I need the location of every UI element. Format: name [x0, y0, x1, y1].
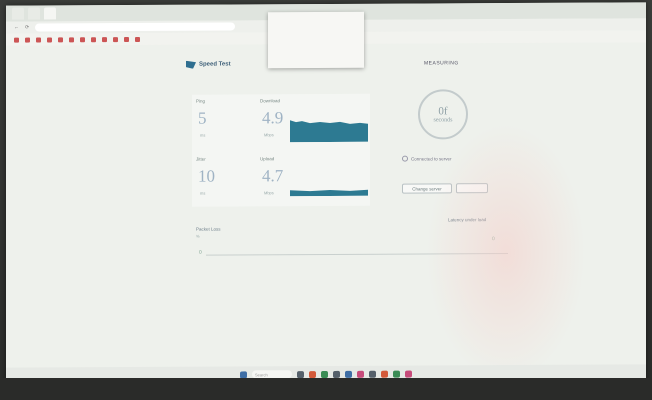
- server-radio-icon[interactable]: [402, 155, 408, 162]
- packet-loss-bar: [206, 253, 508, 256]
- secondary-button[interactable]: [456, 183, 488, 194]
- bookmark-item[interactable]: [124, 36, 129, 42]
- dropdown-item[interactable]: [272, 16, 360, 26]
- results-panel: Ping 5 ms Download 4.9 Mbps Jitter 10 ms…: [192, 93, 370, 207]
- browser-tab[interactable]: [12, 7, 24, 20]
- upload-unit: Mbps: [264, 190, 274, 196]
- reload-icon[interactable]: ⟳: [25, 25, 29, 31]
- bookmark-item[interactable]: [69, 36, 74, 42]
- download-label: Download: [260, 98, 281, 104]
- dropdown-item[interactable]: [272, 46, 360, 56]
- latency-title: Latency under load: [448, 217, 487, 223]
- taskbar-app-icon[interactable]: [405, 370, 412, 378]
- taskbar-app-icon[interactable]: [309, 370, 316, 378]
- latency-value: 0: [492, 236, 495, 243]
- jitter-label: Jitter: [196, 156, 206, 162]
- server-info: Connected to server: [402, 155, 452, 162]
- site-logo[interactable]: Speed Test: [186, 60, 231, 68]
- bookmark-item[interactable]: [91, 36, 96, 42]
- bookmark-item[interactable]: [80, 36, 85, 42]
- packet-loss-sub: %: [196, 233, 200, 239]
- bookmark-item[interactable]: [113, 36, 118, 42]
- taskbar-app-icon[interactable]: [381, 370, 388, 378]
- bookmark-item[interactable]: [58, 36, 63, 42]
- taskbar-app-icon[interactable]: [369, 370, 376, 378]
- upload-graph: [290, 189, 368, 197]
- upload-value: 4.7: [262, 166, 284, 186]
- speed-gauge: 0f seconds: [418, 89, 468, 140]
- download-unit: Mbps: [264, 132, 274, 138]
- gauge-sub: seconds: [433, 116, 453, 123]
- bookmark-item[interactable]: [135, 36, 140, 42]
- ping-label: Ping: [196, 98, 206, 104]
- upload-label: Upload: [260, 156, 275, 162]
- taskbar-app-icon[interactable]: [357, 370, 364, 378]
- download-graph: [290, 120, 368, 143]
- logo-text: Speed Test: [199, 61, 231, 68]
- download-value: 4.9: [262, 108, 284, 128]
- browser-tab-active[interactable]: [44, 7, 56, 20]
- jitter-unit: ms: [200, 190, 206, 196]
- gauge-value: 0f: [438, 104, 448, 117]
- bookmark-item[interactable]: [102, 36, 107, 42]
- taskbar-app-icon[interactable]: [345, 370, 352, 378]
- bookmark-item[interactable]: [14, 37, 19, 43]
- ping-value: 5: [198, 108, 207, 128]
- dropdown-item[interactable]: [272, 36, 360, 46]
- monitor-screen: ← ⟳ Speed Test MEASURING Ping 5 ms Downl…: [6, 2, 646, 384]
- browser-dropdown-menu: [268, 11, 364, 69]
- server-line: Connected to server: [411, 155, 452, 162]
- taskbar-app-icon[interactable]: [297, 370, 304, 378]
- taskbar-app-icon[interactable]: [333, 370, 340, 378]
- jitter-value: 10: [198, 166, 215, 186]
- taskbar-app-icon[interactable]: [321, 370, 328, 378]
- back-icon[interactable]: ←: [14, 25, 19, 31]
- header-status: MEASURING: [424, 60, 459, 67]
- dropdown-item[interactable]: [272, 26, 360, 36]
- url-field[interactable]: [35, 22, 236, 32]
- ping-unit: ms: [200, 132, 206, 138]
- logo-mark-icon: [186, 61, 196, 69]
- start-icon[interactable]: [240, 370, 247, 378]
- taskbar-app-icon[interactable]: [393, 370, 400, 378]
- bookmark-item[interactable]: [47, 36, 52, 42]
- bookmark-item[interactable]: [36, 36, 41, 43]
- packet-loss-title: Packet Loss: [196, 226, 221, 232]
- change-server-button[interactable]: Change server: [402, 183, 452, 194]
- monitor-bezel: [0, 378, 652, 400]
- browser-tab[interactable]: [28, 7, 40, 20]
- packet-loss-left-value: 0: [199, 249, 202, 256]
- bookmark-item[interactable]: [25, 37, 30, 43]
